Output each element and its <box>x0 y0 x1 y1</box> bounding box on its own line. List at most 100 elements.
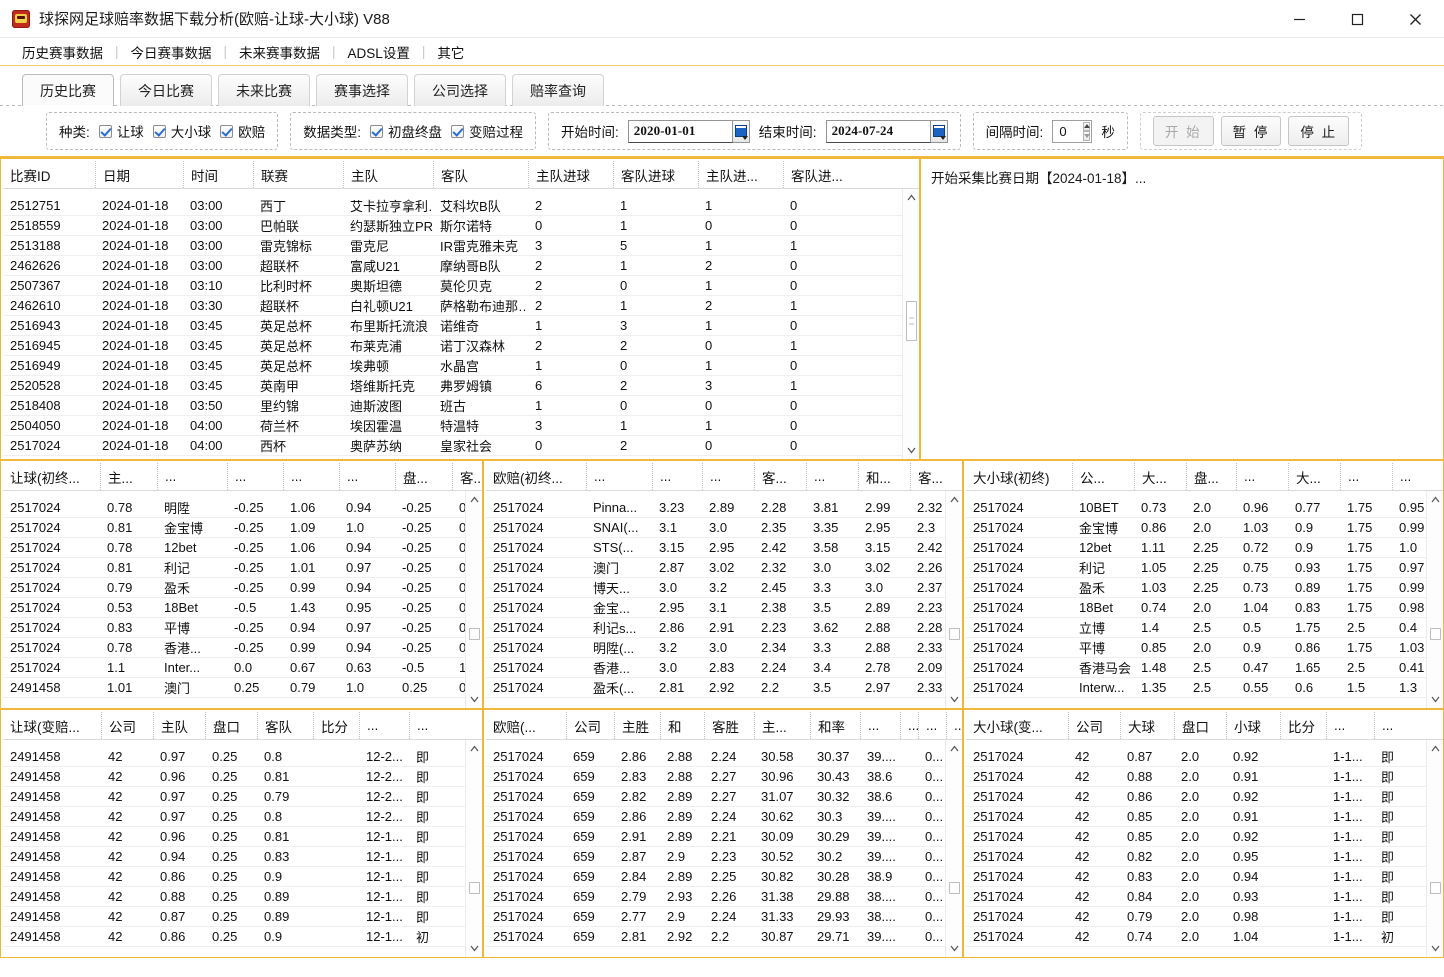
column-header-5[interactable]: ... <box>339 463 395 490</box>
table-row[interactable]: 2516943 2024-01-18 03:45 英足总杯 布里斯托流浪 诺维奇 1 3 1 0 <box>3 316 919 336</box>
table-row[interactable]: 2517024 平博 0.85 2.0 0.9 0.86 1.75 1.03 <box>966 638 1443 658</box>
start-button[interactable]: 开 始 <box>1152 116 1214 146</box>
table-row[interactable]: 2517024 42 0.85 2.0 0.91 1-1... 即 <box>966 807 1443 827</box>
column-header-5[interactable]: 比分 <box>313 712 359 739</box>
column-header-4[interactable]: 客队 <box>257 712 313 739</box>
column-header-5[interactable]: ... <box>806 463 858 490</box>
table-row[interactable]: 25170240.81金宝博-0.251.091.0-0.250.92 <box>3 518 482 538</box>
table-row[interactable]: 2462610 2024-01-18 03:30 超联杯 白礼顿U21 萨格勒布迪那… 2 1… <box>3 296 919 316</box>
table-row[interactable]: 2517024 立博 1.4 2.5 0.5 1.75 2.5 0.4 <box>966 618 1443 638</box>
column-header-6[interactable]: 主队进球 <box>528 161 613 188</box>
europe-initial-grid[interactable]: 欧赔(初终............ 客...... 和... 客... 2517024 P… <box>486 463 962 708</box>
checkbox-icon[interactable] <box>451 124 465 138</box>
menu-item-3[interactable]: ADSL设置 <box>338 42 420 62</box>
spin-up-icon[interactable] <box>1083 121 1091 131</box>
interval-spin-buttons[interactable] <box>1077 121 1091 141</box>
table-row[interactable]: 2491458 42 0.96 0.25 0.81 12-2... 即 <box>3 767 482 787</box>
column-header-2[interactable]: ... <box>652 463 702 490</box>
table-row[interactable]: 2491458 42 0.96 0.25 0.81 12-1... 即 <box>3 827 482 847</box>
scrollbar-thumb[interactable] <box>948 882 960 894</box>
table-row[interactable]: 2517024 42 0.87 2.0 0.92 1-1... 即 <box>966 747 1443 767</box>
scroll-up-icon[interactable] <box>466 491 483 508</box>
table-row[interactable]: 2517024 2024-01-18 04:00 西杯 奥萨苏纳 皇家社会 0 2 0 0 <box>3 436 919 456</box>
table-row[interactable]: 2517024 明陞(... 3.2 3.0 2.34 3.3 2.88 2.33 <box>486 638 962 658</box>
table-row[interactable]: 2491458 42 0.88 0.25 0.89 12-1... 即 <box>3 887 482 907</box>
column-header-0[interactable]: 比赛ID <box>3 161 95 188</box>
maximize-button[interactable] <box>1328 0 1386 38</box>
column-header-1[interactable]: 公司 <box>101 712 153 739</box>
column-header-7[interactable]: 客... <box>910 463 962 490</box>
table-row[interactable]: 2517024 659 2.79 2.93 2.26 31.38 29.88 38.... 0.… <box>486 887 962 907</box>
end-date-input[interactable]: 2024-07-24 <box>825 119 931 143</box>
scrollbar-track[interactable] <box>466 757 483 940</box>
table-row[interactable]: 2491458 42 0.97 0.25 0.79 12-2... 即 <box>3 787 482 807</box>
kind-option-handicap[interactable]: 让球 <box>98 121 144 141</box>
pause-button[interactable]: 暂 停 <box>1220 116 1282 146</box>
column-header-1[interactable]: 公司 <box>566 712 614 739</box>
checkbox-icon[interactable] <box>152 124 166 138</box>
table-row[interactable]: 2517024 42 0.86 2.0 0.92 1-1... 即 <box>966 787 1443 807</box>
start-date-picker[interactable]: 2020-01-01 <box>627 119 750 143</box>
table-row[interactable]: 2517024 659 2.87 2.9 2.23 30.52 30.2 39.... 0...… <box>486 847 962 867</box>
table-row[interactable]: 2517024 42 0.79 2.0 0.98 1-1... 即 <box>966 907 1443 927</box>
scrollbar-track[interactable] <box>903 206 920 442</box>
table-row[interactable]: 2507367 2024-01-18 03:10 比利时杯 奥斯坦德 莫伦贝克 2 0 1 0 <box>3 276 919 296</box>
table-row[interactable]: 2504050 2024-01-18 04:00 荷兰杯 埃因霍温 特温特 3 1 1 0 <box>3 416 919 436</box>
table-row[interactable]: 2517024 42 0.74 2.0 1.04 1-1... 初 <box>966 927 1443 947</box>
column-header-5[interactable]: 大... <box>1288 463 1340 490</box>
table-row[interactable]: 2517024 Interw... 1.35 2.5 0.55 0.6 1.5 1.3 <box>966 678 1443 698</box>
table-row[interactable]: 25170240.79盈禾-0.250.990.94-0.250.96 <box>3 578 482 598</box>
column-header-4[interactable]: ... <box>283 463 339 490</box>
scrollbar-track[interactable] <box>1427 508 1444 691</box>
vertical-scrollbar[interactable] <box>465 491 482 708</box>
scroll-up-icon[interactable] <box>946 740 963 757</box>
menu-item-4[interactable]: 其它 <box>427 42 474 62</box>
column-header-1[interactable]: 公... <box>1072 463 1134 490</box>
table-row[interactable]: 2517024 42 0.84 2.0 0.93 1-1... 即 <box>966 887 1443 907</box>
checkbox-icon[interactable] <box>98 124 112 138</box>
scrollbar-track[interactable] <box>1427 757 1444 940</box>
table-row[interactable]: 2517024 42 0.88 2.0 0.91 1-1... 即 <box>966 767 1443 787</box>
vertical-scrollbar[interactable] <box>945 491 962 708</box>
table-row[interactable]: 2517024 Pinna... 3.23 2.89 2.28 3.81 2.99 2.32 <box>486 498 962 518</box>
table-row[interactable]: 2517024 STS(... 3.15 2.95 2.42 3.58 3.15 2.42 <box>486 538 962 558</box>
table-row[interactable]: 25170240.7812bet-0.251.060.94-0.250.98 <box>3 538 482 558</box>
column-header-8[interactable]: ... <box>900 712 918 739</box>
column-header-9[interactable]: 客队进... <box>783 161 863 188</box>
table-row[interactable]: 2491458 42 0.97 0.25 0.8 12-2... 即 <box>3 747 482 767</box>
column-header-0[interactable]: 让球(初终... <box>3 463 100 490</box>
table-row[interactable]: 25170240.81利记-0.251.010.97-0.250.95 <box>3 558 482 578</box>
column-header-2[interactable]: 大球 <box>1120 712 1174 739</box>
scroll-down-icon[interactable] <box>946 940 963 957</box>
column-header-2[interactable]: 大... <box>1134 463 1186 490</box>
table-row[interactable]: 2491458 42 0.94 0.25 0.83 12-1... 即 <box>3 847 482 867</box>
column-header-7[interactable]: 客... <box>452 463 482 490</box>
column-header-3[interactable]: 盘口 <box>1174 712 1226 739</box>
column-header-1[interactable]: 公司 <box>1068 712 1120 739</box>
table-row[interactable]: 2517024 659 2.84 2.89 2.25 30.82 30.28 38.9 0...… <box>486 867 962 887</box>
column-header-7[interactable]: ... <box>1392 463 1443 490</box>
end-date-picker[interactable]: 2024-07-24 <box>825 119 948 143</box>
tab-0[interactable]: 历史比赛 <box>22 74 114 106</box>
column-header-1[interactable]: ... <box>586 463 652 490</box>
column-header-4[interactable]: 主队 <box>343 161 433 188</box>
table-row[interactable]: 2517024 659 2.77 2.9 2.24 31.33 29.93 38.... 0..… <box>486 907 962 927</box>
column-header-0[interactable]: 欧赔(... <box>486 712 566 739</box>
interval-stepper[interactable]: 0 <box>1052 119 1093 143</box>
column-header-5[interactable]: 比分 <box>1280 712 1326 739</box>
menu-item-2[interactable]: 未来赛事数据 <box>229 42 330 62</box>
table-row[interactable]: 2513188 2024-01-18 03:00 雷克锦标 雷克尼 IR雷克雅未克 3 5 1 1 <box>3 236 919 256</box>
datatype-option-initial-final[interactable]: 初盘终盘 <box>370 121 442 141</box>
column-header-3[interactable]: 盘口 <box>205 712 257 739</box>
scroll-down-icon[interactable] <box>1427 691 1444 708</box>
table-row[interactable]: 2517024 659 2.86 2.89 2.24 30.62 30.3 39.... 0..… <box>486 807 962 827</box>
column-header-5[interactable]: 客队 <box>433 161 528 188</box>
column-header-2[interactable]: ... <box>157 463 227 490</box>
scrollbar-thumb[interactable] <box>468 882 480 894</box>
handicap-initial-grid[interactable]: 让球(初终...主...............盘...客...25170240… <box>3 463 482 708</box>
column-header-4[interactable]: 客胜 <box>704 712 754 739</box>
table-row[interactable]: 25170240.5318Bet-0.51.430.95-0.250.85 <box>3 598 482 618</box>
table-row[interactable]: 2517024 金宝博 0.86 2.0 1.03 0.9 1.75 0.99 <box>966 518 1443 538</box>
column-header-1[interactable]: 日期 <box>95 161 183 188</box>
column-header-6[interactable]: ... <box>1326 712 1374 739</box>
